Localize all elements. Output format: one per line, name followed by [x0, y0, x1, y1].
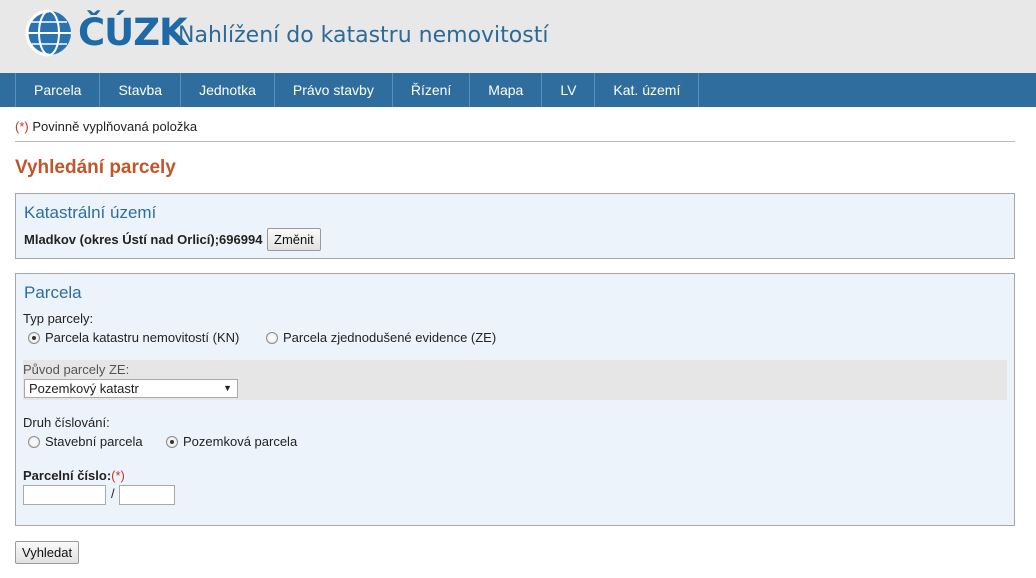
- header: ČÚZK Nahlížení do katastru nemovitostí: [0, 0, 1036, 73]
- parcel-number-sub-input[interactable]: [119, 485, 175, 505]
- numbering-type-label: Druh číslování:: [23, 415, 110, 430]
- divider: [15, 141, 1015, 142]
- nav-item-kat-uzemi[interactable]: Kat. území: [595, 73, 700, 107]
- main-nav: Parcela Stavba Jednotka Právo stavby Říz…: [0, 73, 1036, 107]
- ze-origin-label: Původ parcely ZE:: [23, 362, 130, 377]
- required-note-text: Povinně vyplňovaná položka: [28, 119, 198, 134]
- globe-icon: [25, 9, 71, 57]
- parcel-number-main-input[interactable]: [23, 485, 106, 505]
- chevron-down-icon: ▼: [223, 383, 232, 393]
- parcel-type-kn-label: Parcela katastru nemovitostí (KN): [45, 330, 240, 345]
- cadastral-area-value: Mladkov (okres Ústí nad Orlicí);696994: [24, 232, 263, 247]
- required-note: (*) Povinně vyplňovaná položka: [15, 119, 197, 134]
- required-marker: (*): [15, 119, 29, 134]
- cadastral-area-panel: Katastrální území Mladkov (okres Ústí na…: [15, 193, 1015, 259]
- nav-item-parcela[interactable]: Parcela: [15, 73, 101, 107]
- ze-origin-selected: Pozemkový katastr: [29, 381, 139, 396]
- parcel-panel: Parcela Typ parcely: Parcela katastru ne…: [15, 273, 1015, 526]
- parcel-type-kn-option[interactable]: Parcela katastru nemovitostí (KN): [28, 330, 239, 345]
- parcel-type-ze-option[interactable]: Parcela zjednodušené evidence (ZE): [266, 330, 496, 345]
- nav-item-rizeni[interactable]: Řízení: [393, 73, 471, 107]
- nav-item-jednotka[interactable]: Jednotka: [181, 73, 275, 107]
- parcel-number-required: (*): [111, 468, 125, 483]
- ze-origin-block: Původ parcely ZE: Pozemkový katastr ▼: [23, 360, 1007, 400]
- nav-item-stavba[interactable]: Stavba: [100, 73, 182, 107]
- numbering-pozemkova-radio[interactable]: [166, 435, 178, 448]
- numbering-pozemkova-label: Pozemková parcela: [183, 434, 298, 449]
- site-title: Nahlížení do katastru nemovitostí: [178, 23, 549, 48]
- nav-item-lv[interactable]: LV: [542, 73, 596, 107]
- numbering-stavebni-option[interactable]: Stavební parcela: [28, 434, 143, 449]
- parcel-type-kn-radio[interactable]: [28, 331, 40, 344]
- parcel-number-label: Parcelní číslo:(*): [23, 468, 125, 483]
- search-button[interactable]: Vyhledat: [15, 541, 80, 564]
- ze-origin-select[interactable]: Pozemkový katastr ▼: [24, 379, 238, 398]
- logo-text: ČÚZK: [78, 11, 188, 54]
- nav-item-pravo-stavby[interactable]: Právo stavby: [275, 73, 393, 107]
- parcel-type-ze-radio[interactable]: [266, 331, 278, 344]
- nav-item-mapa[interactable]: Mapa: [470, 73, 543, 107]
- parcel-type-ze-label: Parcela zjednodušené evidence (ZE): [283, 330, 497, 345]
- numbering-stavebni-radio[interactable]: [28, 435, 40, 448]
- numbering-stavebni-label: Stavební parcela: [45, 434, 143, 449]
- parcel-type-label: Typ parcely:: [23, 311, 94, 326]
- change-button[interactable]: Změnit: [267, 228, 321, 251]
- cuzk-logo[interactable]: ČÚZK: [24, 8, 188, 58]
- parcel-number-separator: /: [111, 486, 115, 501]
- parcel-title: Parcela: [24, 283, 82, 302]
- numbering-pozemkova-option[interactable]: Pozemková parcela: [166, 434, 297, 449]
- page-title: Vyhledání parcely: [15, 157, 176, 178]
- cadastral-area-title: Katastrální území: [24, 203, 157, 222]
- parcel-number-label-text: Parcelní číslo:: [23, 468, 112, 483]
